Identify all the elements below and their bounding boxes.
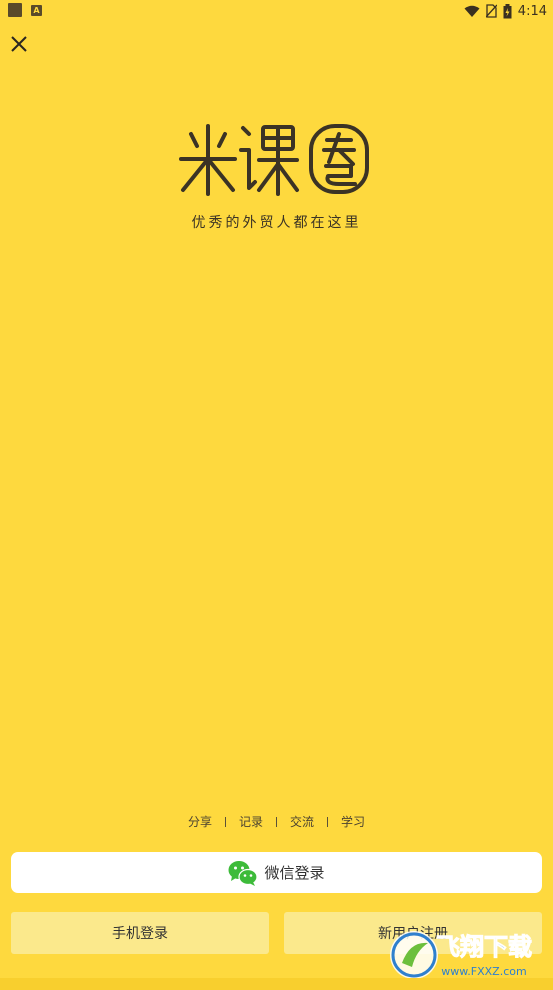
app-notification-icon: A <box>31 5 42 16</box>
wechat-login-button[interactable]: 微信登录 <box>11 852 542 893</box>
close-icon <box>11 36 27 52</box>
divider <box>224 816 226 827</box>
watermark-title: 飞翔下载 <box>436 933 532 961</box>
status-time: 4:14 <box>517 3 547 19</box>
no-sim-icon <box>485 4 497 18</box>
divider <box>276 816 277 827</box>
wechat-login-label: 微信登录 <box>264 864 325 882</box>
feature-record: 记录 <box>238 815 263 829</box>
wifi-icon <box>464 5 480 17</box>
watermark-url: www.FXXZ.com <box>441 965 526 978</box>
status-bar: A 4:14 <box>0 0 553 22</box>
wechat-icon <box>228 860 259 886</box>
feature-keywords: 分享 记录 交流 学习 <box>0 813 553 830</box>
divider <box>327 816 329 827</box>
feature-share: 分享 <box>187 815 212 829</box>
app-tagline: 优秀的外贸人都在这里 <box>191 215 362 231</box>
bottom-strip <box>0 978 553 990</box>
close-button[interactable] <box>8 33 30 55</box>
app-logo <box>179 124 369 196</box>
phone-login-button[interactable]: 手机登录 <box>11 912 269 954</box>
status-bar-right: 4:14 <box>464 2 547 20</box>
battery-charging-icon <box>503 3 512 18</box>
feature-exchange: 交流 <box>290 815 315 829</box>
feature-learn: 学习 <box>341 815 366 829</box>
notification-icon <box>8 3 22 17</box>
download-site-watermark: 飞翔下载 www.FXXZ.com <box>390 931 533 979</box>
